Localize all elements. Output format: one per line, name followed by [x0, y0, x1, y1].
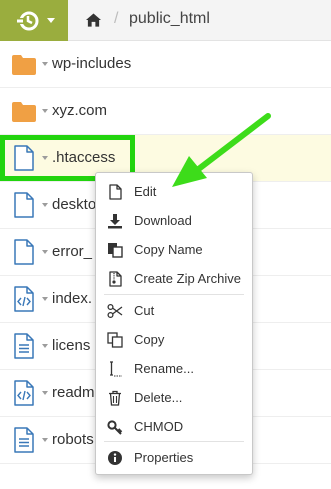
chevron-down-icon[interactable]	[42, 344, 48, 348]
breadcrumb-separator: /	[114, 10, 119, 27]
file-icon	[14, 239, 34, 265]
menu-item-label: Edit	[134, 184, 157, 199]
file-name[interactable]: error_	[52, 243, 92, 260]
menu-item-rename[interactable]: Rename...	[96, 355, 252, 383]
menu-item-label: Cut	[134, 303, 155, 318]
file-name[interactable]: wp-includes	[52, 55, 131, 72]
file-name[interactable]: index.	[52, 290, 92, 307]
cpanel-menu-button[interactable]	[0, 0, 68, 41]
menu-item-edit[interactable]: Edit	[96, 178, 252, 206]
chevron-down-icon[interactable]	[42, 203, 48, 207]
text-file-icon	[14, 333, 34, 359]
rename-cursor-icon	[110, 361, 122, 377]
zip-archive-icon	[109, 271, 122, 287]
info-icon	[108, 451, 122, 465]
menu-item-copy-name[interactable]: Copy Name	[96, 236, 252, 264]
folder-icon	[12, 102, 36, 122]
menu-item-label: Copy Name	[134, 242, 203, 257]
file-name[interactable]: deskto	[52, 196, 96, 213]
menu-item-cut[interactable]: Cut	[96, 297, 252, 325]
file-name[interactable]: xyz.com	[52, 102, 107, 119]
chevron-down-icon[interactable]	[42, 250, 48, 254]
code-file-icon	[14, 380, 34, 406]
chevron-down-icon[interactable]	[42, 297, 48, 301]
menu-item-label: Download	[134, 213, 192, 228]
menu-item-label: Rename...	[134, 361, 194, 376]
copy-name-icon	[108, 243, 123, 258]
scissors-icon	[107, 303, 123, 319]
code-file-icon	[14, 286, 34, 312]
chevron-down-icon[interactable]	[42, 109, 48, 113]
text-file-icon	[14, 427, 34, 453]
menu-item-create-zip-archive[interactable]: Create Zip Archive	[96, 265, 252, 293]
chevron-down-icon	[47, 18, 55, 23]
chevron-down-icon[interactable]	[42, 391, 48, 395]
menu-item-label: Properties	[134, 450, 194, 465]
copy-icon	[107, 332, 123, 348]
file-icon	[14, 192, 34, 218]
file-row[interactable]: xyz.com	[0, 88, 331, 135]
folder-icon	[12, 55, 36, 75]
menu-item-chmod[interactable]: CHMOD	[96, 413, 252, 441]
edit-icon	[109, 184, 122, 200]
home-icon[interactable]	[86, 13, 101, 27]
key-icon	[107, 420, 123, 435]
context-menu: Edit Download Copy Name Create Zip Archi…	[95, 172, 253, 475]
cpanel-logo-icon	[17, 11, 39, 31]
file-name[interactable]: readm	[52, 384, 95, 401]
menu-divider	[104, 294, 244, 295]
chevron-down-icon[interactable]	[42, 438, 48, 442]
download-icon	[108, 214, 122, 229]
trash-icon	[109, 390, 121, 406]
menu-item-label: CHMOD	[134, 419, 184, 434]
file-row[interactable]: wp-includes	[0, 41, 331, 88]
chevron-down-icon[interactable]	[42, 62, 48, 66]
menu-item-delete[interactable]: Delete...	[96, 384, 252, 412]
menu-item-download[interactable]: Download	[96, 207, 252, 235]
file-name[interactable]: robots	[52, 431, 94, 448]
menu-item-label: Delete...	[134, 390, 183, 405]
breadcrumb-current-folder[interactable]: public_html	[129, 10, 210, 28]
file-name[interactable]: licens	[52, 337, 90, 354]
menu-item-label: Create Zip Archive	[134, 271, 241, 286]
menu-item-properties[interactable]: Properties	[96, 444, 252, 472]
menu-item-copy[interactable]: Copy	[96, 326, 252, 354]
menu-item-label: Copy	[134, 332, 165, 347]
menu-divider	[104, 441, 244, 442]
top-toolbar: / public_html	[0, 0, 331, 41]
